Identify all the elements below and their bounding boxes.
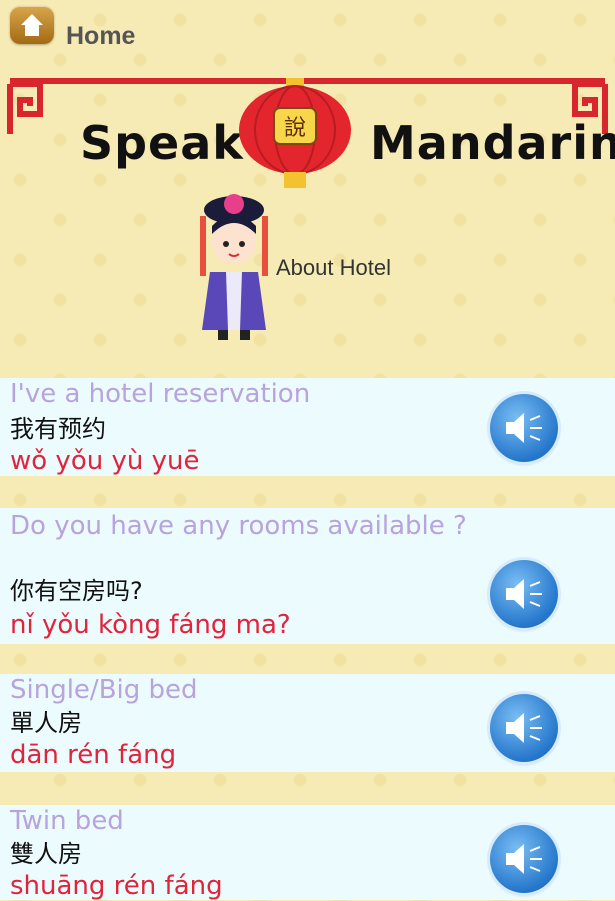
play-audio-button[interactable] [490,825,558,893]
brand-title-left: Speak [80,116,244,170]
phrase-chinese: 單人房 [10,709,82,737]
home-label[interactable]: Home [66,22,135,51]
speaker-icon [506,579,542,609]
play-audio-button[interactable] [490,694,558,762]
play-audio-button[interactable] [490,394,558,462]
mascot-girl-illustration [200,194,268,340]
phrase-chinese: 我有预约 [10,415,106,443]
phrase-pinyin: nǐ yǒu kòng fáng ma? [10,610,291,640]
phrase-pinyin: dān rén fáng [10,740,177,770]
phrase-english: Twin bed [10,806,124,836]
phrase-card: Twin bed 雙人房 shuāng rén fáng [0,805,615,901]
speaker-icon [506,713,542,743]
top-bar: Home [0,0,615,76]
phrase-card: Do you have any rooms available ? 你有空房吗?… [0,508,615,644]
brand-title-right: Mandarin [370,116,615,170]
phrase-chinese: 你有空房吗? [10,577,143,605]
lantern-glyph: 說 [284,116,306,141]
phrase-english: I've a hotel reservation [10,379,311,409]
speaker-icon [506,413,542,443]
phrase-card: Single/Big bed 單人房 dān rén fáng [0,674,615,772]
play-audio-button[interactable] [490,560,558,628]
phrase-chinese: 雙人房 [10,840,82,868]
lantern-logo-icon: 說 [239,78,351,188]
speaker-icon [506,844,542,874]
section-title: About Hotel [276,255,391,280]
home-icon [21,14,43,36]
phrase-card: I've a hotel reservation 我有预约 wǒ yǒu yù … [0,378,615,476]
phrase-english: Single/Big bed [10,675,198,705]
phrase-pinyin: wǒ yǒu yù yuē [10,446,200,476]
phrase-pinyin: shuāng rén fáng [10,871,223,901]
phrase-english: Do you have any rooms available ? [10,511,467,541]
home-button[interactable] [10,6,54,44]
